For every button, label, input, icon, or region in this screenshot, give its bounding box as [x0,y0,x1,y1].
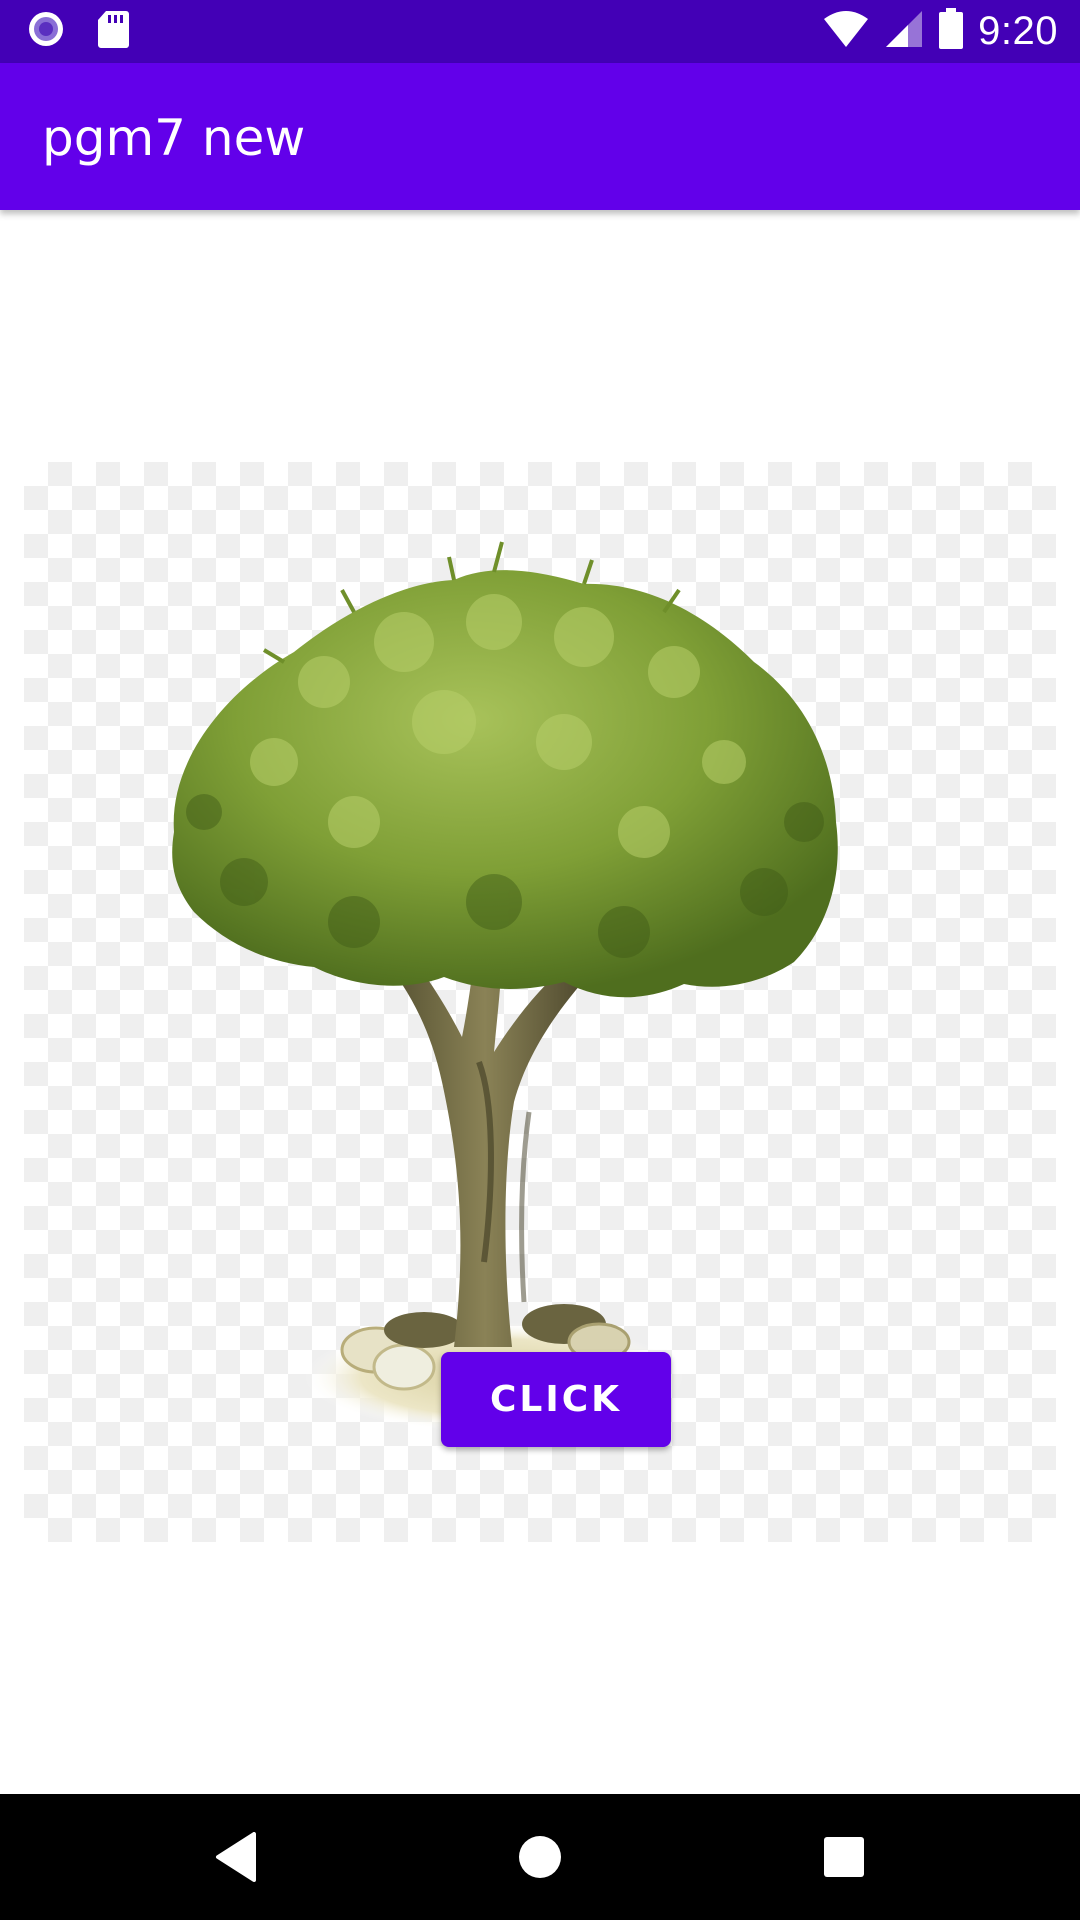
home-button[interactable] [500,1817,580,1897]
navigation-bar [0,1794,1080,1920]
click-button[interactable]: CLICK [441,1352,671,1447]
signal-icon [884,9,924,54]
battery-icon [938,7,964,55]
status-bar: 9:20 [0,0,1080,63]
sd-card-icon [96,9,130,54]
recents-button[interactable] [804,1817,884,1897]
home-icon [519,1836,561,1878]
app-bar: pgm7 new [0,63,1080,210]
circle-notification-icon [26,9,66,54]
recents-icon [824,1837,864,1877]
back-button[interactable] [196,1817,276,1897]
status-time: 9:20 [978,8,1058,53]
back-icon [216,1832,256,1882]
status-right-icons: 9:20 [822,7,1058,55]
status-left-icons [26,10,130,52]
screen: 9:20 pgm7 new CLICK [0,0,1080,1920]
app-title: pgm7 new [42,109,306,167]
wifi-icon [822,9,870,54]
